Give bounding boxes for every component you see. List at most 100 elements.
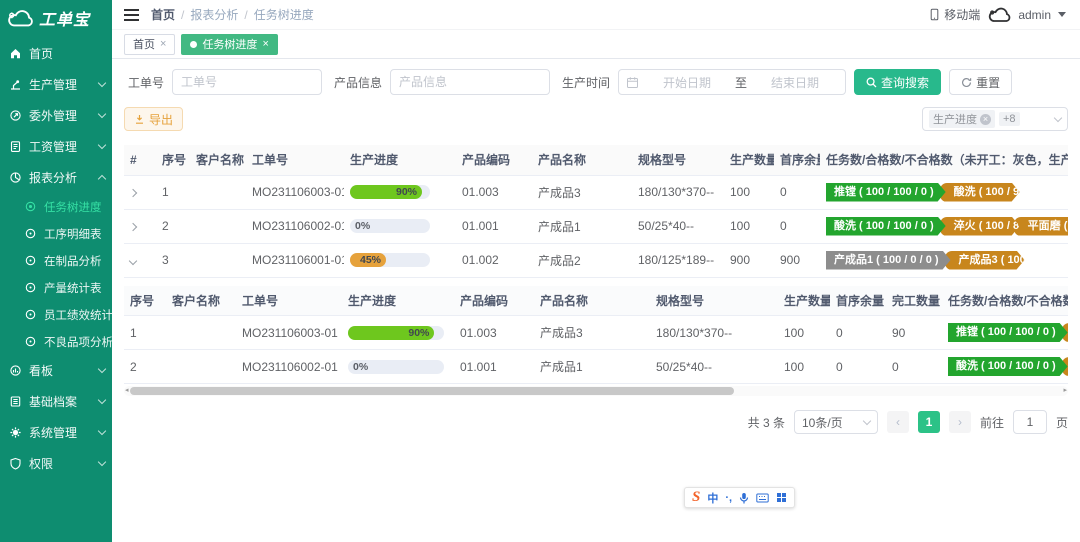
sidebar-item-performance-stats[interactable]: 员工绩效统计 bbox=[0, 301, 112, 328]
calendar-icon bbox=[626, 76, 639, 89]
sidebar-menu: 首页 生产管理 委外管理 工资管理 报表分析 bbox=[0, 38, 112, 479]
avatar-cloud-icon bbox=[987, 6, 1013, 24]
tab-bar: 首页 × 任务树进度 × bbox=[112, 30, 1080, 59]
sogou-logo-icon[interactable]: S bbox=[692, 489, 700, 506]
process-tag: 酸洗 ( 100 / 100 / 0 ) bbox=[826, 217, 946, 236]
reports-submenu: 任务树进度 工序明细表 在制品分析 产量统计表 员工绩效统计 bbox=[0, 193, 112, 355]
goto-page-input[interactable] bbox=[1013, 410, 1047, 434]
sidebar-item-task-tree-progress[interactable]: 任务树进度 bbox=[0, 193, 112, 220]
table-row: 3 MO231106001-01 45% 01.002 产成品2 180/125… bbox=[124, 243, 1068, 277]
mic-icon[interactable] bbox=[739, 492, 749, 504]
sidebar-item-board[interactable]: 看板 bbox=[0, 355, 112, 386]
collapse-row-icon[interactable] bbox=[129, 257, 137, 265]
sidebar-item-defect-analysis[interactable]: 不良品项分析 bbox=[0, 328, 112, 355]
close-circle-icon[interactable]: × bbox=[980, 114, 991, 125]
mobile-link[interactable]: 移动端 bbox=[928, 6, 980, 23]
page-number-current[interactable]: 1 bbox=[918, 411, 940, 433]
next-page-button[interactable]: › bbox=[949, 411, 971, 433]
expand-row-icon[interactable] bbox=[129, 223, 137, 231]
page-size-select[interactable]: 10条/页 bbox=[794, 410, 878, 434]
date-range-picker[interactable]: 开始日期 至 结束日期 bbox=[618, 69, 846, 95]
export-button[interactable]: 导出 bbox=[124, 107, 183, 131]
sidebar-item-home[interactable]: 首页 bbox=[0, 38, 112, 69]
col-order: 工单号 bbox=[246, 145, 344, 175]
ime-toolbar: S 中 ·, bbox=[684, 487, 795, 508]
col-tasks: 任务数/合格数/不合格数（未开工：灰色，生产中：黄色，已完工：绿色） bbox=[820, 145, 1068, 175]
circle-icon bbox=[24, 308, 37, 321]
hamburger-icon[interactable] bbox=[122, 7, 141, 23]
circle-icon bbox=[24, 335, 37, 348]
order-no: MO231106002-01 bbox=[246, 209, 344, 243]
product-info-label: 产品信息 bbox=[334, 74, 382, 91]
progress-bar: 90% bbox=[348, 326, 444, 340]
sidebar-item-process-detail[interactable]: 工序明细表 bbox=[0, 220, 112, 247]
outsource-icon bbox=[9, 109, 22, 122]
tab-home[interactable]: 首页 × bbox=[124, 34, 175, 55]
filter-tag-progress[interactable]: 生产进度 × bbox=[929, 110, 995, 128]
range-separator: 至 bbox=[735, 74, 747, 91]
expand-row-icon[interactable] bbox=[129, 189, 137, 197]
user-menu[interactable]: admin bbox=[987, 6, 1066, 24]
breadcrumb-section[interactable]: 报表分析 bbox=[190, 6, 238, 23]
logo-text: 工单宝 bbox=[39, 6, 90, 30]
process-tags: 推镗 ( 100 / 100 / 0 )酸洗 ( 100 / 90 / 0 ) bbox=[826, 183, 1062, 202]
close-icon[interactable]: × bbox=[262, 39, 268, 50]
reset-button[interactable]: 重置 bbox=[949, 69, 1012, 95]
process-tag: 产成品1 ( 100 / 0 / 0 ) bbox=[826, 251, 951, 270]
sidebar-item-outsourcing[interactable]: 委外管理 bbox=[0, 100, 112, 131]
sidebar-item-reports[interactable]: 报表分析 bbox=[0, 162, 112, 193]
search-form: 工单号 产品信息 生产时间 开始日期 至 结束日期 查询搜索 重置 bbox=[124, 69, 1068, 95]
app-logo[interactable]: 工单宝 bbox=[0, 0, 112, 38]
cloud-gear-logo-icon bbox=[6, 8, 36, 29]
app-window: 工单宝 首页 生产管理 委外管理 工资管理 bbox=[0, 0, 1080, 542]
col-name: 产品名称 bbox=[532, 145, 632, 175]
sidebar-item-wip-analysis[interactable]: 在制品分析 bbox=[0, 247, 112, 274]
h-scrollbar-thumb[interactable] bbox=[130, 387, 734, 395]
prev-page-button[interactable]: ‹ bbox=[887, 411, 909, 433]
sidebar-item-production[interactable]: 生产管理 bbox=[0, 69, 112, 100]
sidebar-item-system[interactable]: 系统管理 bbox=[0, 417, 112, 448]
product-info-input[interactable] bbox=[390, 69, 550, 95]
order-no: MO231106002-01 bbox=[236, 350, 342, 384]
document-icon bbox=[9, 140, 22, 153]
sidebar-item-output-stats[interactable]: 产量统计表 bbox=[0, 274, 112, 301]
column-filter-select[interactable]: 生产进度 × +8 bbox=[922, 107, 1068, 131]
close-icon[interactable]: × bbox=[160, 39, 166, 50]
goto-unit: 页 bbox=[1056, 414, 1068, 431]
circle-icon bbox=[24, 254, 37, 267]
chevron-up-icon bbox=[98, 175, 106, 183]
col-code: 产品编码 bbox=[456, 145, 532, 175]
order-no-input[interactable] bbox=[172, 69, 322, 95]
report-chart-icon bbox=[9, 171, 22, 184]
keyboard-icon[interactable] bbox=[756, 493, 769, 503]
progress-bar: 45% bbox=[350, 253, 430, 267]
start-date-placeholder: 开始日期 bbox=[644, 74, 730, 91]
col-spec: 规格型号 bbox=[632, 145, 724, 175]
scroll-left-icon[interactable]: ◂ bbox=[125, 388, 129, 394]
scroll-right-icon[interactable]: ▸ bbox=[1063, 388, 1067, 394]
punctuation-icon[interactable]: ·, bbox=[725, 492, 732, 504]
process-tag: 平面磨 ( 100 / 70 / 0 ) bbox=[1014, 217, 1068, 236]
circle-icon bbox=[24, 227, 37, 240]
gear-icon bbox=[9, 426, 22, 439]
toolbox-icon[interactable] bbox=[776, 492, 787, 503]
search-button[interactable]: 查询搜索 bbox=[854, 69, 941, 95]
col-seq: 序号 bbox=[156, 145, 190, 175]
breadcrumb-home[interactable]: 首页 bbox=[151, 6, 175, 23]
horizontal-scrollbar[interactable]: ◂ ▸ bbox=[124, 386, 1068, 396]
sidebar-item-permission[interactable]: 权限 bbox=[0, 448, 112, 479]
order-no: MO231106003-01 bbox=[236, 316, 342, 350]
dashboard-icon bbox=[9, 364, 22, 377]
user-name: admin bbox=[1018, 8, 1051, 22]
sidebar-item-salary[interactable]: 工资管理 bbox=[0, 131, 112, 162]
col-customer: 客户名称 bbox=[190, 145, 246, 175]
main-area: 首页 / 报表分析 / 任务树进度 移动端 admin bbox=[112, 0, 1080, 542]
chinese-mode-icon[interactable]: 中 bbox=[707, 490, 718, 506]
process-tags: 酸洗 ( 100 / 100 / 0 )淬火 ( 100 / 80 / 0 )平… bbox=[826, 217, 1062, 236]
chevron-down-icon bbox=[1054, 113, 1062, 121]
order-no: MO231106001-01 bbox=[246, 243, 344, 277]
end-date-placeholder: 结束日期 bbox=[752, 74, 838, 91]
progress-bar: 0% bbox=[348, 360, 444, 374]
tab-task-tree-progress[interactable]: 任务树进度 × bbox=[181, 34, 277, 55]
sidebar-item-archives[interactable]: 基础档案 bbox=[0, 386, 112, 417]
